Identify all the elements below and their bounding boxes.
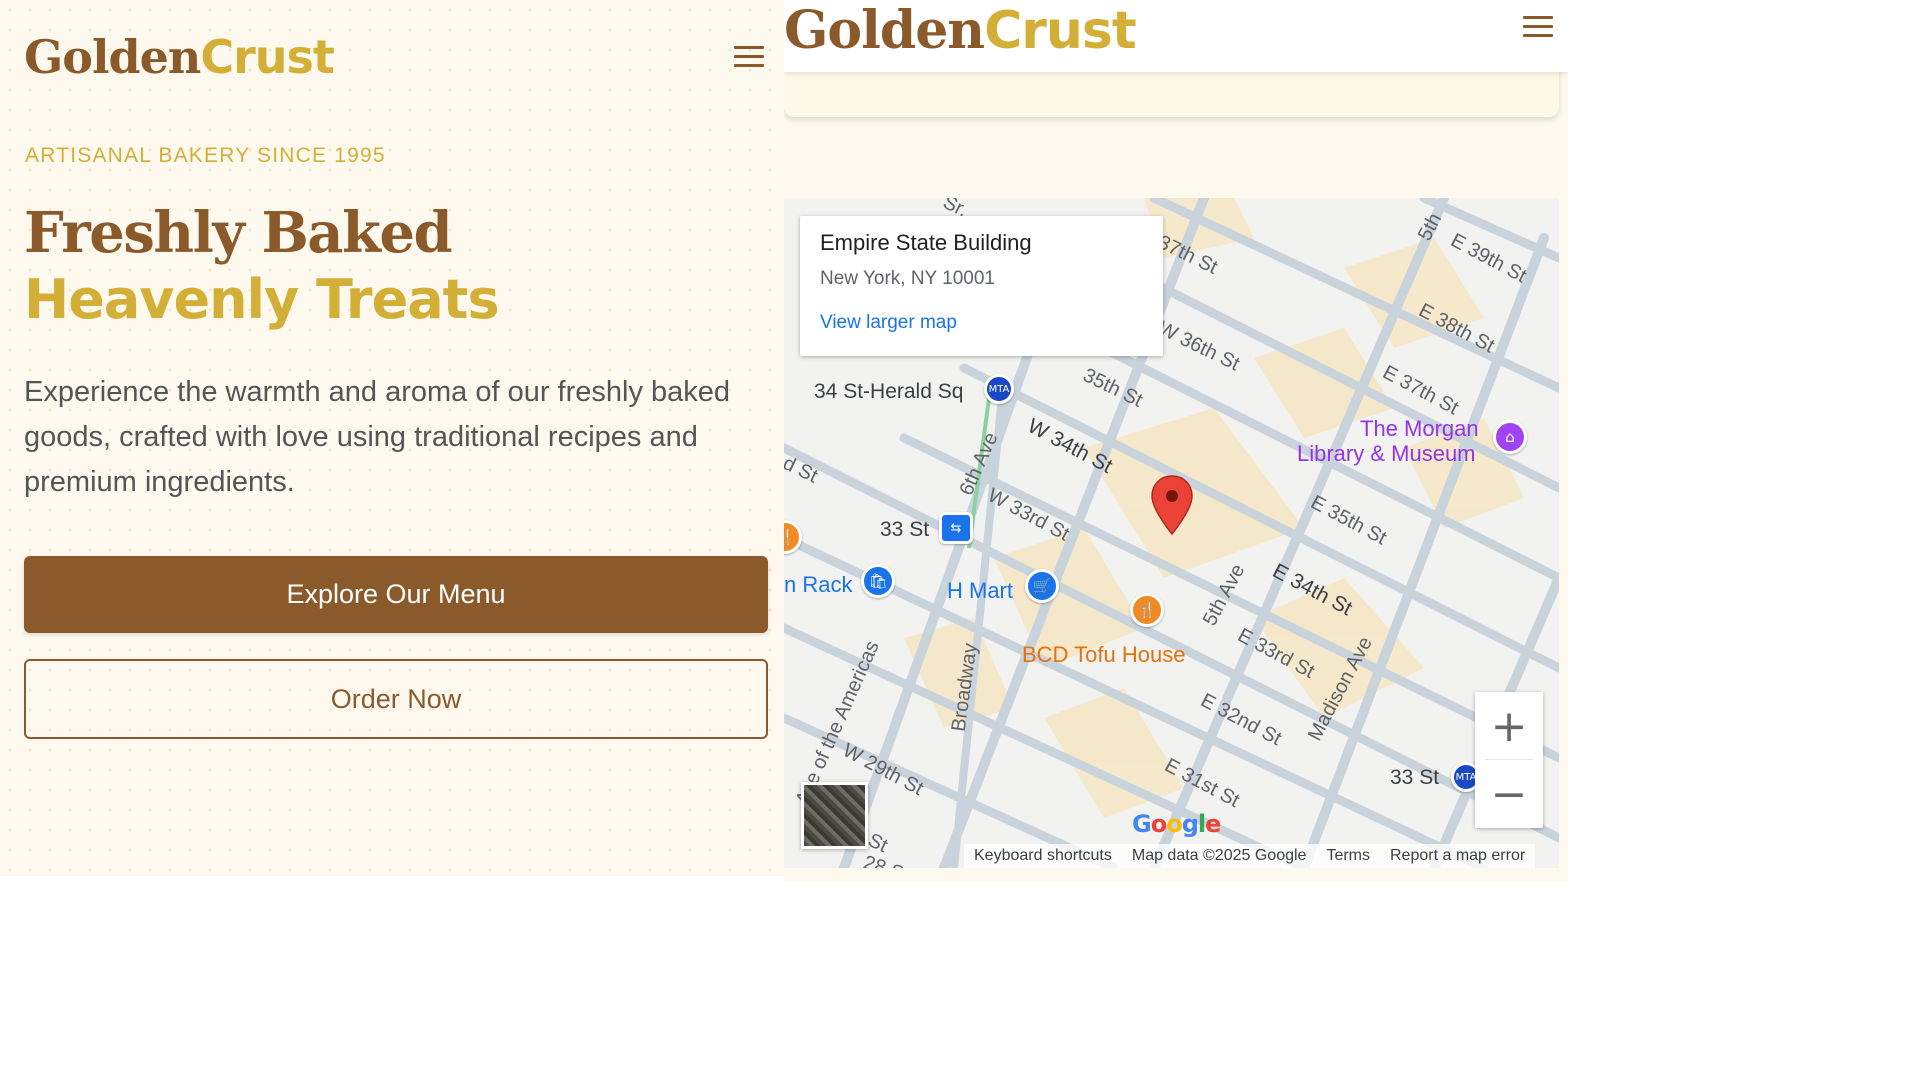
logo-part-crust: Crust xyxy=(984,1,1137,61)
hamburger-menu-icon[interactable] xyxy=(734,44,764,68)
keyboard-shortcuts-link[interactable]: Keyboard shortcuts xyxy=(974,847,1112,865)
map-data-credit: Map data ©2025 Google xyxy=(1131,847,1307,864)
shopping-cart-icon[interactable]: 🛒 xyxy=(1025,569,1059,603)
location-pin-icon[interactable] xyxy=(1150,474,1194,536)
google-logo: Google xyxy=(1132,810,1221,838)
path-train-icon[interactable]: ⇆ xyxy=(939,512,973,544)
logo[interactable]: GoldenCrust xyxy=(24,30,335,84)
explore-menu-button[interactable]: Explore Our Menu xyxy=(24,556,768,633)
place-title: Empire State Building xyxy=(820,230,1032,255)
hero-description: Experience the warmth and aroma of our f… xyxy=(24,376,731,498)
report-map-error-link[interactable]: Report a map error xyxy=(1390,847,1525,865)
poi-label-hmart: H Mart xyxy=(947,578,1013,603)
tagline: ARTISANAL BAKERY SINCE 1995 xyxy=(25,144,386,167)
poi-label-morgan: Library & Museum xyxy=(1297,441,1476,466)
zoom-controls: + − xyxy=(1475,692,1543,828)
logo-part-golden: Golden xyxy=(24,30,201,84)
header-logo[interactable]: GoldenCrust xyxy=(784,0,1137,61)
view-larger-map-link[interactable]: View larger map xyxy=(820,312,1143,334)
poi-label-rack: n Rack xyxy=(784,572,853,597)
headline-primary: Freshly Baked xyxy=(24,200,453,266)
transit-label: 33 St xyxy=(1390,766,1440,789)
order-now-button[interactable]: Order Now xyxy=(24,659,768,739)
poi-label-bcd: BCD Tofu House xyxy=(1022,642,1186,667)
embedded-map[interactable]: Empire State Building New York, NY 10001… xyxy=(784,198,1559,868)
museum-icon[interactable]: ⌂ xyxy=(1493,420,1527,454)
map-attribution-bar: Keyboard shortcuts Map data ©2025 Google… xyxy=(964,844,1536,868)
hamburger-menu-icon[interactable] xyxy=(1523,14,1553,38)
satellite-toggle-thumbnail[interactable] xyxy=(801,782,868,849)
subway-icon[interactable]: MTA xyxy=(984,374,1014,404)
poi-label-morgan: The Morgan xyxy=(1360,416,1479,441)
restaurant-icon[interactable]: 🍴 xyxy=(1130,593,1164,627)
transit-label: 33 St xyxy=(880,518,930,541)
place-info-card: Empire State Building New York, NY 10001… xyxy=(800,216,1163,356)
sticky-header: GoldenCrust xyxy=(784,0,1568,72)
hero-section: GoldenCrust ARTISANAL BAKERY SINCE 1995 … xyxy=(0,0,784,876)
shopping-bag-icon[interactable]: 🛍 xyxy=(861,564,895,598)
location-section: GoldenCrust Empire State Building New Yo… xyxy=(784,0,1568,882)
headline-secondary: Heavenly Treats xyxy=(24,268,500,331)
logo-part-golden: Golden xyxy=(784,0,985,61)
place-address: New York, NY 10001 xyxy=(820,268,995,289)
zoom-in-button[interactable]: + xyxy=(1475,692,1543,760)
logo-part-crust: Crust xyxy=(200,30,335,84)
transit-label: 34 St-Herald Sq xyxy=(814,380,964,403)
zoom-out-button[interactable]: − xyxy=(1475,760,1543,828)
terms-link[interactable]: Terms xyxy=(1326,847,1370,865)
